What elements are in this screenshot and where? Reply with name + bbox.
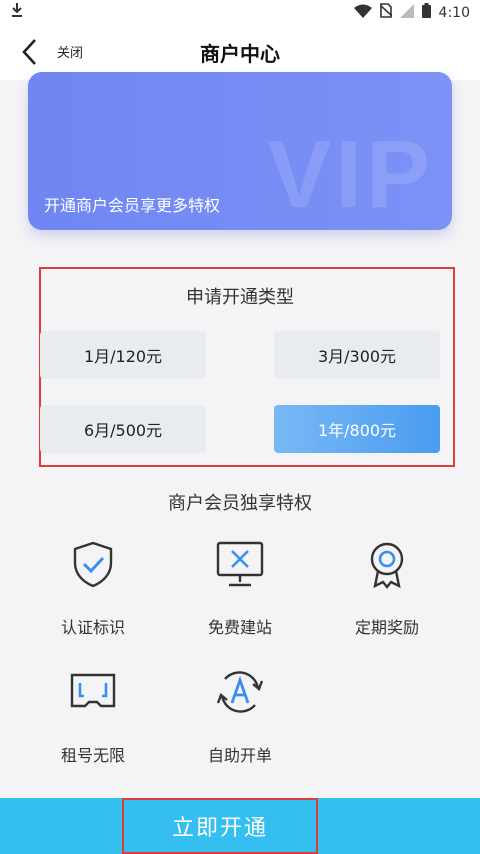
activate-now-button[interactable]: 立即开通 — [122, 798, 318, 854]
monitor-tools-icon — [216, 541, 264, 587]
plan-option-1-month[interactable]: 1月/120元 — [40, 331, 206, 379]
privilege-label: 认证标识 — [60, 618, 125, 637]
scan-frame-icon — [70, 673, 116, 708]
vip-card-description: 开通商户会员享更多特权 — [44, 196, 221, 215]
privileges-section-title: 商户会员独享特权 — [168, 493, 312, 514]
signal-icon — [399, 3, 414, 22]
plan-section-title: 申请开通类型 — [186, 287, 294, 308]
plan-option-3-month[interactable]: 3月/300元 — [274, 331, 440, 379]
plan-option-1-year[interactable]: 1年/800元 — [274, 405, 440, 453]
auto-refresh-icon — [216, 671, 264, 713]
privilege-item-free-site: 免费建站 — [160, 538, 320, 638]
wifi-icon — [353, 4, 372, 22]
battery-icon — [421, 3, 431, 22]
back-button[interactable] — [14, 36, 44, 68]
privilege-label: 免费建站 — [207, 618, 272, 637]
privilege-label: 租号无限 — [60, 746, 125, 765]
shield-check-icon — [73, 541, 113, 588]
bottom-action-bar: 立即开通 — [0, 798, 480, 854]
privilege-item-self-order: 自助开单 — [160, 666, 320, 766]
status-time: 4:10 — [438, 4, 470, 21]
no-sim-icon — [379, 3, 393, 22]
status-bar: 4:10 — [0, 0, 480, 24]
privilege-label: 定期奖励 — [354, 618, 419, 637]
chevron-left-icon — [22, 39, 36, 65]
privilege-label: 自助开单 — [207, 746, 272, 765]
vip-watermark: VIP — [267, 121, 434, 228]
privilege-item-rewards: 定期奖励 — [307, 538, 467, 638]
vip-card: VIP 开通商户会员享更多特权 — [28, 72, 452, 230]
download-icon — [10, 2, 24, 22]
plan-option-6-month[interactable]: 6月/500元 — [40, 405, 206, 453]
privilege-item-certification: 认证标识 — [13, 538, 173, 638]
award-ribbon-icon — [370, 542, 404, 589]
privilege-item-unlimited-rentals: 租号无限 — [13, 666, 173, 766]
close-button[interactable]: 关闭 — [57, 42, 83, 61]
